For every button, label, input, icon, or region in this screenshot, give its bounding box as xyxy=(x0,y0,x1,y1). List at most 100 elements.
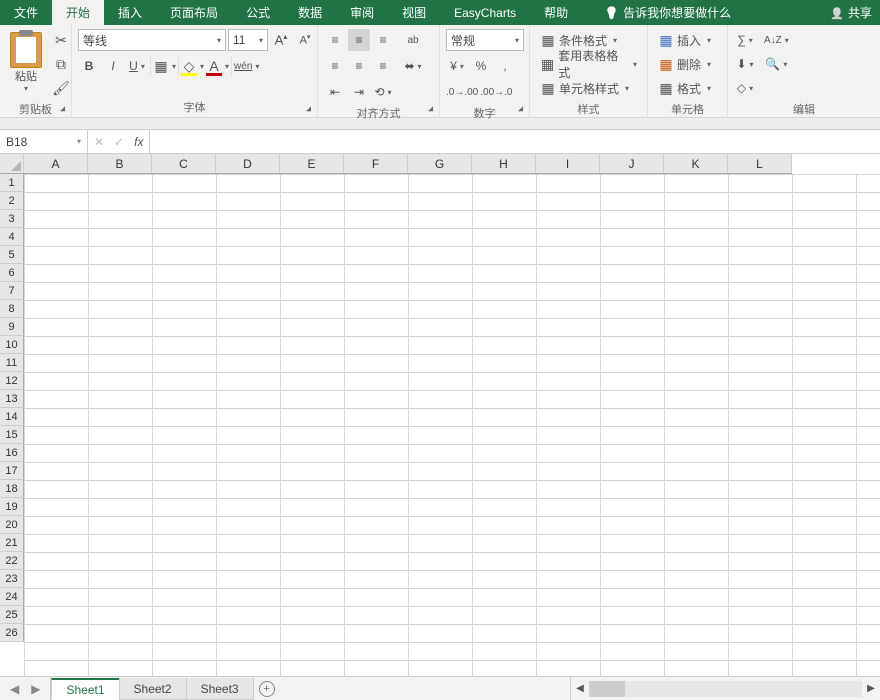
row-header[interactable]: 20 xyxy=(0,516,24,534)
wrap-text-button[interactable]: ab xyxy=(402,29,424,51)
decrease-decimal-button[interactable]: .00→.0 xyxy=(480,81,512,103)
percent-button[interactable]: % xyxy=(470,55,492,77)
row-header[interactable]: 18 xyxy=(0,480,24,498)
tab-review[interactable]: 审阅 xyxy=(336,0,388,25)
column-header[interactable]: H xyxy=(472,154,536,174)
font-dialog-launcher[interactable] xyxy=(301,101,315,115)
cells-area[interactable] xyxy=(24,174,880,676)
align-top-button[interactable]: ≡ xyxy=(324,29,346,51)
formula-input[interactable] xyxy=(150,130,880,153)
row-header[interactable]: 4 xyxy=(0,228,24,246)
font-size-combo[interactable]: 11▾ xyxy=(228,29,268,51)
column-header[interactable]: J xyxy=(600,154,664,174)
column-header[interactable]: C xyxy=(152,154,216,174)
font-color-button[interactable]: A xyxy=(206,55,229,77)
row-header[interactable]: 5 xyxy=(0,246,24,264)
row-header[interactable]: 2 xyxy=(0,192,24,210)
column-header[interactable]: G xyxy=(408,154,472,174)
format-cells-button[interactable]: ▦格式 xyxy=(654,77,715,99)
align-center-button[interactable]: ≡ xyxy=(348,55,370,77)
delete-cells-button[interactable]: ▦删除 xyxy=(654,53,715,75)
merge-center-button[interactable]: ⬌ xyxy=(402,55,424,77)
row-header[interactable]: 15 xyxy=(0,426,24,444)
tab-file[interactable]: 文件 xyxy=(0,0,52,25)
column-header[interactable]: B xyxy=(88,154,152,174)
tab-insert[interactable]: 插入 xyxy=(104,0,156,25)
decrease-font-button[interactable]: A▾ xyxy=(294,29,316,51)
select-all-corner[interactable] xyxy=(0,154,24,174)
row-header[interactable]: 26 xyxy=(0,624,24,642)
row-header[interactable]: 16 xyxy=(0,444,24,462)
column-header[interactable]: A xyxy=(24,154,88,174)
alignment-dialog-launcher[interactable] xyxy=(423,101,437,115)
font-name-combo[interactable]: 等线▾ xyxy=(78,29,226,51)
share-button[interactable]: 共享 xyxy=(830,0,880,25)
increase-indent-button[interactable]: ⇥ xyxy=(348,81,370,103)
row-header[interactable]: 22 xyxy=(0,552,24,570)
cut-button[interactable]: ✂ xyxy=(50,29,72,51)
cell-styles-button[interactable]: ▦单元格样式 xyxy=(536,77,633,99)
row-header[interactable]: 3 xyxy=(0,210,24,228)
copy-button[interactable]: ⧉ xyxy=(50,53,72,75)
horizontal-scrollbar[interactable]: ◀ ▶ xyxy=(570,677,880,700)
align-bottom-button[interactable]: ≡ xyxy=(372,29,394,51)
row-header[interactable]: 13 xyxy=(0,390,24,408)
autosum-button[interactable]: ∑ xyxy=(734,29,756,51)
underline-button[interactable]: U xyxy=(126,55,148,77)
row-header[interactable]: 14 xyxy=(0,408,24,426)
scroll-left-button[interactable]: ◀ xyxy=(571,683,589,694)
cancel-formula-button[interactable]: ✕ xyxy=(94,135,104,149)
column-header[interactable]: E xyxy=(280,154,344,174)
row-header[interactable]: 17 xyxy=(0,462,24,480)
format-painter-button[interactable]: 🖌 xyxy=(50,77,72,99)
name-box[interactable]: B18 ▾ xyxy=(0,130,88,153)
insert-function-button[interactable]: fx xyxy=(134,135,143,149)
sort-filter-button[interactable]: A↓Z xyxy=(764,29,789,51)
enter-formula-button[interactable]: ✓ xyxy=(114,135,124,149)
increase-decimal-button[interactable]: .0→.00 xyxy=(446,81,478,103)
tab-easycharts[interactable]: EasyCharts xyxy=(440,0,530,25)
italic-button[interactable]: I xyxy=(102,55,124,77)
row-header[interactable]: 6 xyxy=(0,264,24,282)
paste-button[interactable]: 粘贴 ▾ xyxy=(6,29,46,95)
column-header[interactable]: L xyxy=(728,154,792,174)
new-sheet-button[interactable]: + xyxy=(253,677,281,700)
tell-me-search[interactable]: 告诉我你想要做什么 xyxy=(590,0,745,25)
row-header[interactable]: 11 xyxy=(0,354,24,372)
accounting-format-button[interactable]: ¥ xyxy=(446,55,468,77)
align-middle-button[interactable]: ≡ xyxy=(348,29,370,51)
row-header[interactable]: 8 xyxy=(0,300,24,318)
sheet-tab-1[interactable]: Sheet1 xyxy=(51,678,119,700)
column-header[interactable]: K xyxy=(664,154,728,174)
row-header[interactable]: 23 xyxy=(0,570,24,588)
column-header[interactable]: D xyxy=(216,154,280,174)
clipboard-dialog-launcher[interactable] xyxy=(55,101,69,115)
increase-font-button[interactable]: A▴ xyxy=(270,29,292,51)
format-as-table-button[interactable]: ▦套用表格格式 xyxy=(536,53,641,75)
scroll-right-button[interactable]: ▶ xyxy=(862,683,880,694)
number-format-combo[interactable]: 常规▾ xyxy=(446,29,524,51)
scroll-track[interactable] xyxy=(589,681,862,697)
bold-button[interactable]: B xyxy=(78,55,100,77)
decrease-indent-button[interactable]: ⇤ xyxy=(324,81,346,103)
tab-formulas[interactable]: 公式 xyxy=(232,0,284,25)
tab-view[interactable]: 视图 xyxy=(388,0,440,25)
scroll-thumb[interactable] xyxy=(589,681,625,697)
row-header[interactable]: 25 xyxy=(0,606,24,624)
row-header[interactable]: 24 xyxy=(0,588,24,606)
row-header[interactable]: 19 xyxy=(0,498,24,516)
fill-button[interactable]: ⬇ xyxy=(734,53,756,75)
row-header[interactable]: 1 xyxy=(0,174,24,192)
insert-cells-button[interactable]: ▦插入 xyxy=(654,29,715,51)
clear-button[interactable]: ◇ xyxy=(734,77,756,99)
sheet-nav-prev[interactable]: ◀ xyxy=(10,682,19,696)
column-header[interactable]: I xyxy=(536,154,600,174)
phonetic-button[interactable]: wén xyxy=(234,55,259,77)
sheet-tab-2[interactable]: Sheet2 xyxy=(119,678,187,700)
tab-home[interactable]: 开始 xyxy=(52,0,104,25)
sheet-nav-next[interactable]: ▶ xyxy=(31,682,40,696)
row-header[interactable]: 7 xyxy=(0,282,24,300)
number-dialog-launcher[interactable] xyxy=(513,101,527,115)
row-header[interactable]: 10 xyxy=(0,336,24,354)
find-select-button[interactable]: 🔍 xyxy=(764,53,789,75)
